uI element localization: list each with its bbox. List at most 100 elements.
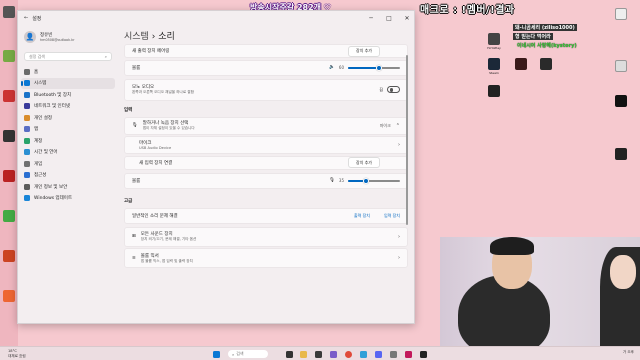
troubleshoot-label: 일반적인 소리 문제 해결: [132, 213, 178, 219]
sidebar-item-5[interactable]: 앱: [21, 124, 115, 136]
sidebar-item-8[interactable]: 게임: [21, 158, 115, 170]
file-explorer-icon[interactable]: [300, 350, 307, 358]
app-icon[interactable]: [405, 350, 412, 358]
output-volume-row: 볼륨 🔈 60: [124, 59, 408, 76]
output-devices-link[interactable]: 출력 장치: [354, 213, 370, 219]
sidebar-item-0[interactable]: 홈: [21, 66, 115, 78]
microphone-icon: 🎙: [132, 123, 138, 128]
add-output-device-button[interactable]: 장치 추가: [348, 45, 380, 57]
desktop-icon[interactable]: [615, 95, 627, 107]
sidebar-item-3[interactable]: 네트워크 및 인터넷: [21, 101, 115, 113]
settings-icon[interactable]: [390, 350, 397, 358]
user-email: hm0508@outlook.kr: [40, 38, 75, 42]
sidebar-item-1[interactable]: 시스템: [21, 77, 115, 89]
desktop-icon[interactable]: [3, 90, 15, 102]
sidebar-item-10[interactable]: 개인 정보 및 보안: [21, 181, 115, 193]
sidebar-item-2[interactable]: Bluetooth 및 장치: [21, 89, 115, 101]
ime-indicator[interactable]: 가: [623, 350, 626, 354]
sidebar-item-icon: [24, 68, 30, 75]
speaker-icon[interactable]: 🔈: [329, 65, 335, 70]
sidebar-item-4[interactable]: 개인 설정: [21, 112, 115, 124]
microphone-icon[interactable]: 🎙: [329, 178, 335, 183]
desktop-icon[interactable]: [615, 60, 627, 72]
discord-icon[interactable]: [375, 350, 382, 358]
all-devices-row[interactable]: ⊞ 모든 사운드 장치 장치 켜기/끄기, 문제 해결, 기타 옵션 ›: [124, 226, 408, 247]
system-tray[interactable]: 가 오후: [623, 350, 634, 355]
sidebar-item-label: 네트워크 및 인터넷: [34, 104, 70, 110]
sidebar-item-icon: [24, 160, 30, 167]
advanced-section-heading: 고급: [124, 198, 133, 204]
input-device-sub: USB Audio Device: [139, 146, 172, 150]
breadcrumb-separator: ›: [151, 32, 156, 42]
desktop-icon[interactable]: [615, 148, 627, 160]
chevron-right-icon[interactable]: ›: [398, 234, 400, 240]
app-icon[interactable]: [330, 350, 337, 358]
slider-thumb[interactable]: [376, 64, 383, 71]
chevron-right-icon[interactable]: ›: [398, 255, 400, 261]
desktop-icon[interactable]: [488, 85, 500, 97]
desktop-icon[interactable]: [3, 6, 15, 18]
output-volume-slider[interactable]: [348, 64, 400, 71]
app-icon[interactable]: [315, 350, 322, 358]
desktop-icon[interactable]: [3, 210, 15, 222]
desktop-icon[interactable]: [615, 8, 627, 20]
slider-thumb[interactable]: [363, 177, 370, 184]
chevron-right-icon[interactable]: ›: [398, 142, 400, 148]
add-input-device-button[interactable]: 장치 추가: [348, 157, 380, 168]
title-bar: ← 설정 ─ □ ✕: [18, 11, 414, 25]
desktop-icon[interactable]: [540, 58, 552, 70]
sidebar-item-label: 시스템: [34, 81, 47, 87]
sidebar-item-9[interactable]: 접근성: [21, 170, 115, 182]
back-arrow-icon[interactable]: ←: [24, 15, 28, 21]
input-device-row[interactable]: 마이크 USB Audio Device ›: [124, 136, 408, 154]
donor-message: 형 믿는다 먹어라: [513, 33, 553, 40]
user-profile[interactable]: 👤 정유빈 hm0508@outlook.kr: [18, 25, 118, 49]
close-button[interactable]: ✕: [400, 11, 414, 25]
app-icon[interactable]: [360, 350, 367, 358]
streamer-hair: [490, 237, 534, 255]
app-icon[interactable]: [420, 350, 427, 358]
donor-message: 돼-니곰세리 (ziliso1000): [513, 24, 577, 31]
taskbar: 18°C 대체로 흐림 ⌕ 검색 가 오후: [0, 346, 640, 360]
sidebar-item-icon: [24, 80, 30, 87]
desktop-icon[interactable]: [488, 33, 500, 45]
sidebar-item-7[interactable]: 시간 및 언어: [21, 147, 115, 159]
chevron-up-icon[interactable]: ⌃: [396, 123, 400, 129]
desktop-icon[interactable]: [3, 250, 15, 262]
desktop-icon[interactable]: [3, 50, 15, 62]
weather-widget[interactable]: 18°C 대체로 흐림: [0, 349, 26, 358]
sidebar-item-label: 게임: [34, 161, 43, 167]
desktop-icon[interactable]: [3, 290, 15, 302]
breadcrumb-parent[interactable]: 시스템: [124, 32, 149, 42]
input-volume-value: 35: [338, 178, 344, 183]
devices-icon: ⊞: [132, 234, 136, 239]
windows-start-icon[interactable]: [213, 350, 220, 358]
sidebar-item-6[interactable]: 계정: [21, 135, 115, 147]
desktop-icon[interactable]: [3, 170, 15, 182]
input-select-row[interactable]: 🎙 말하거나 녹음 장치 선택 앱이 자체 설정이 있을 수 있습니다 마이크 …: [124, 116, 408, 135]
minimize-button[interactable]: ─: [364, 11, 378, 25]
chrome-icon[interactable]: [345, 350, 352, 358]
desktop-icon[interactable]: [488, 58, 500, 70]
input-devices-link[interactable]: 입력 장치: [384, 213, 400, 219]
desktop-icon[interactable]: [3, 130, 15, 142]
desktop-icon[interactable]: [515, 58, 527, 70]
sidebar-item-icon: [24, 172, 30, 179]
sidebar-item-icon: [24, 91, 30, 98]
mono-audio-toggle[interactable]: [387, 86, 400, 93]
volume-label: 볼륨: [132, 65, 141, 71]
volume-mixer-row[interactable]: ≡ 볼륨 믹서 앱 볼륨 믹스, 앱 입력 및 출력 장치 ›: [124, 248, 408, 268]
input-dropdown-value[interactable]: 마이크: [380, 123, 391, 129]
input-volume-slider[interactable]: [348, 177, 400, 184]
sidebar-item-11[interactable]: Windows 업데이트: [21, 193, 115, 205]
mono-state: 끔: [379, 86, 383, 92]
taskbar-search[interactable]: ⌕ 검색: [228, 350, 268, 358]
sidebar-item-label: 계정: [34, 138, 43, 144]
pair-output-row: 새 출력 장치 페어링 장치 추가: [124, 44, 408, 58]
task-view-icon[interactable]: [286, 350, 293, 358]
search-input[interactable]: 설정 검색 ⌕: [24, 52, 112, 61]
clock[interactable]: 오후: [627, 350, 634, 354]
maximize-button[interactable]: □: [382, 11, 396, 25]
scrollbar[interactable]: [406, 55, 408, 225]
input-volume-row: 볼륨 🎙 35: [124, 172, 408, 189]
